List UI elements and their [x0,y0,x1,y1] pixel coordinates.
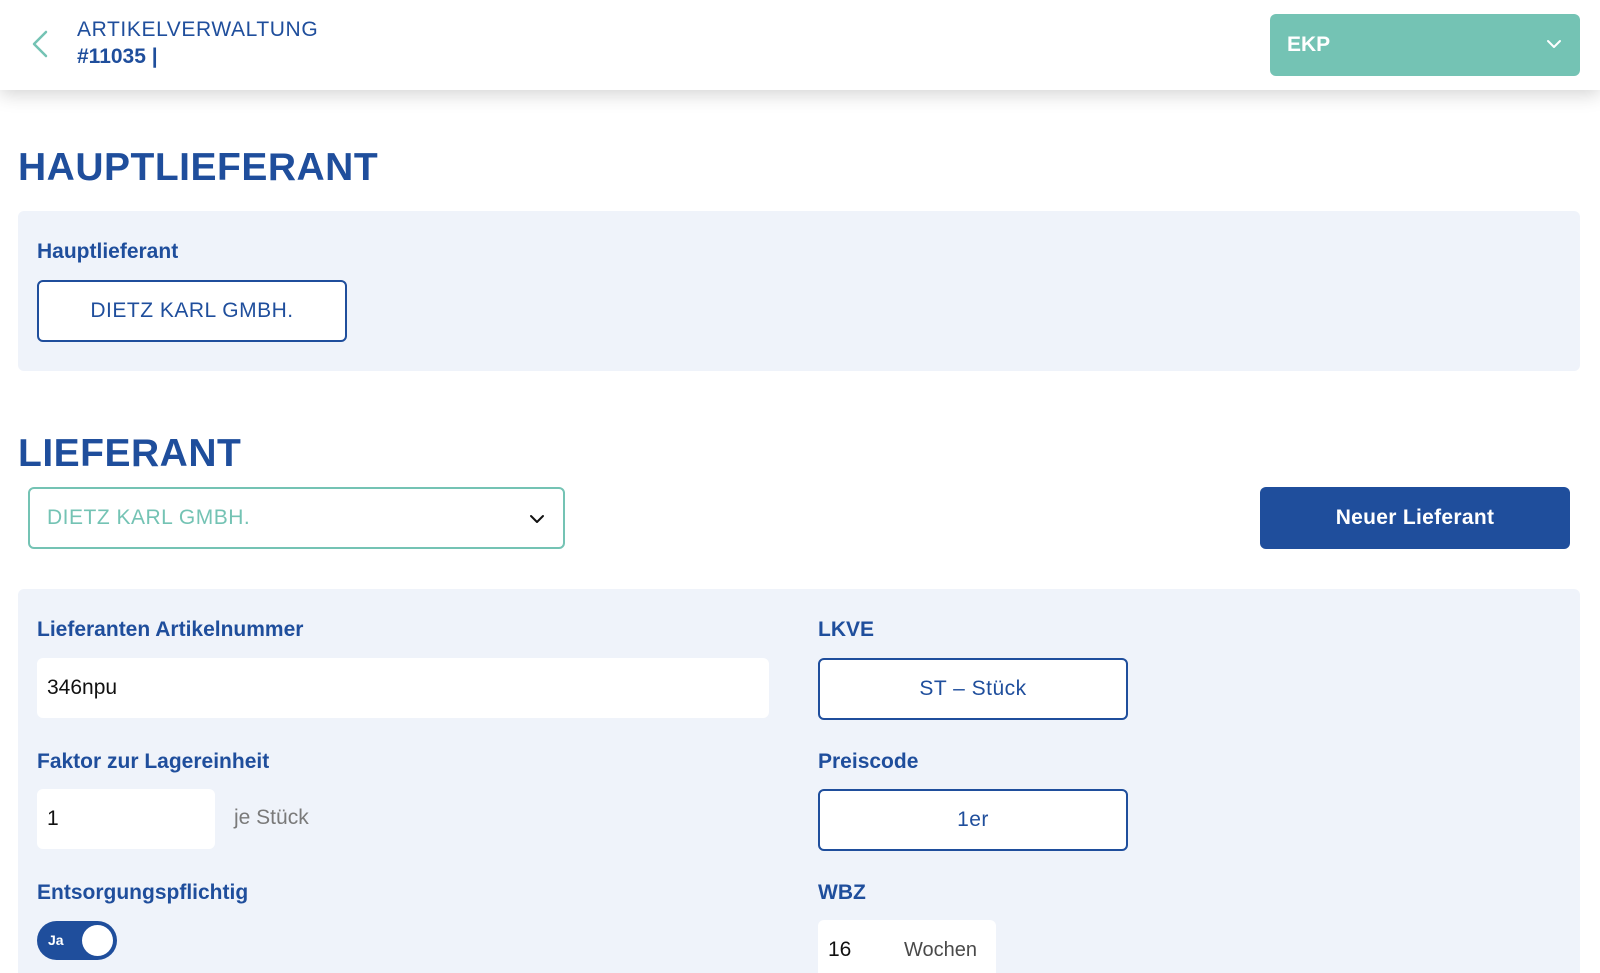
main-supplier-heading: HAUPTLIEFERANT [18,146,379,189]
article-number: #11035 | [77,45,158,68]
lkve-button[interactable]: ST – Stück [818,658,1128,720]
main-supplier-panel: Hauptlieferant DIETZ KARL GMBH. [18,211,1580,371]
supplier-select-value: DIETZ KARL GMBH. [47,506,251,529]
lkve-label: LKVE [818,618,875,641]
supplier-article-number-label: Lieferanten Artikelnummer [37,618,304,641]
stock-factor-label: Faktor zur Lagereinheit [37,750,270,773]
price-code-label: Preiscode [818,750,919,773]
app-header: ARTIKELVERWALTUNG #11035 | EKP [0,0,1600,90]
stock-factor-unit: je Stück [234,806,309,829]
view-select[interactable]: EKP [1270,14,1580,76]
main-supplier-label: Hauptlieferant [37,240,179,263]
toggle-label: Ja [48,932,64,948]
wbz-label: WBZ [818,881,866,904]
wbz-input[interactable]: 16 Wochen [818,920,996,973]
supplier-details-panel: Lieferanten Artikelnummer 346npu Faktor … [18,589,1580,973]
chevron-down-icon [530,515,544,523]
disposal-required-label: Entsorgungspflichtig [37,881,249,904]
main-supplier-button[interactable]: DIETZ KARL GMBH. [37,280,347,342]
toggle-knob [82,925,113,956]
chevron-down-icon [1547,40,1561,48]
disposal-required-toggle[interactable]: Ja [37,921,117,960]
view-select-value: EKP [1287,33,1331,56]
page-title: ARTIKELVERWALTUNG [77,18,319,41]
wbz-unit: Wochen [904,939,978,961]
supplier-select[interactable]: DIETZ KARL GMBH. [28,487,565,549]
supplier-article-number-input[interactable]: 346npu [37,658,769,718]
back-button[interactable] [26,26,54,62]
stock-factor-input[interactable]: 1 [37,789,215,849]
new-supplier-button[interactable]: Neuer Lieferant [1260,487,1570,549]
supplier-heading: LIEFERANT [18,432,242,475]
chevron-left-icon [32,30,48,58]
price-code-button[interactable]: 1er [818,789,1128,851]
wbz-value: 16 [828,938,852,961]
